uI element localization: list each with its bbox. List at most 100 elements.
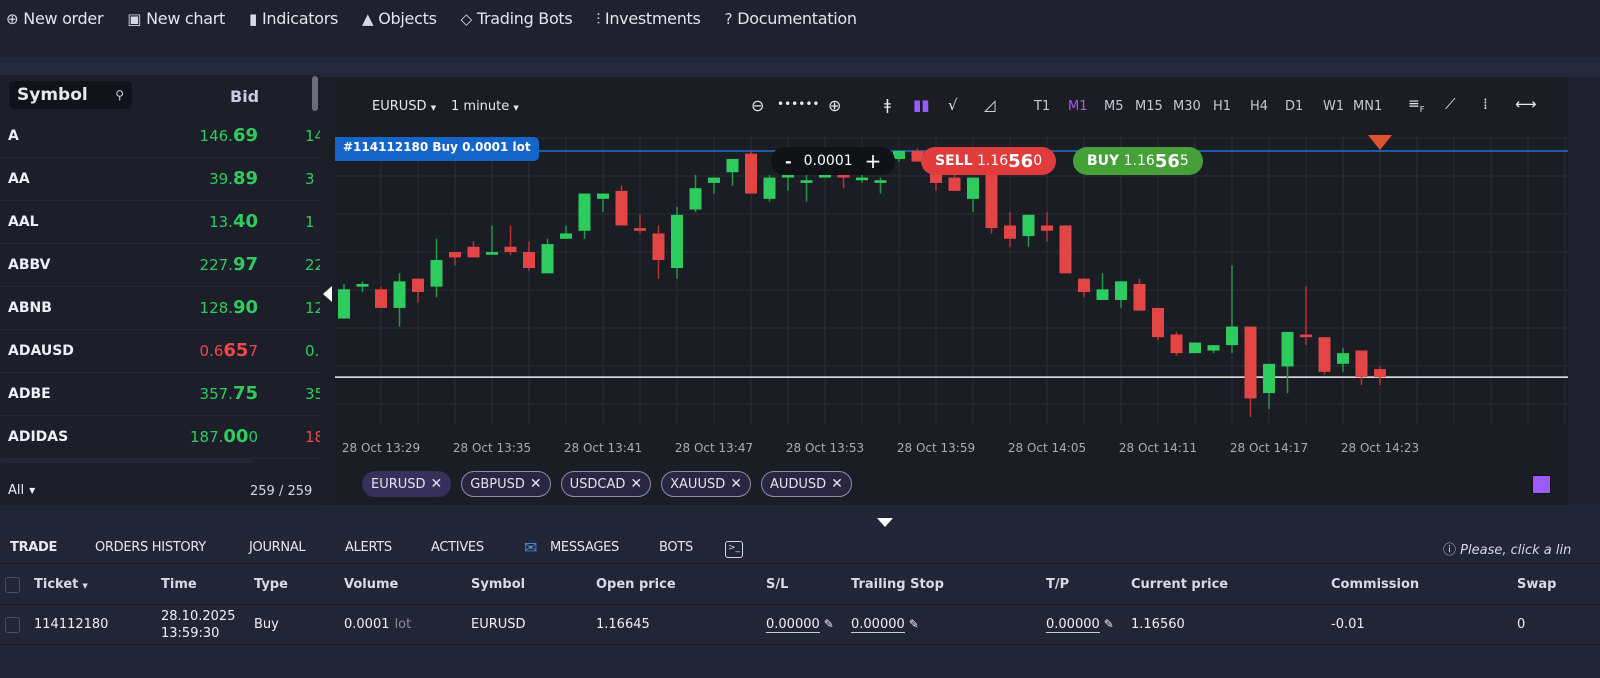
nav-objects[interactable]: ▲ Objects [362, 9, 437, 28]
tab-alerts[interactable]: ALERTS [345, 540, 392, 555]
line-chart-type-icon[interactable]: √ [948, 96, 958, 114]
timeframe-m30[interactable]: M30 [1173, 99, 1201, 114]
column-header-volume[interactable]: Volume [344, 577, 398, 592]
tab-actives[interactable]: ACTIVES [431, 540, 484, 555]
zoom-out-icon[interactable]: ⊖ [751, 96, 764, 115]
watchlist-row[interactable]: ABNB 128.90 12 [0, 287, 320, 330]
zoom-slider[interactable]: •••••• [777, 97, 819, 111]
collapse-left-icon[interactable] [323, 286, 332, 302]
trend-line-tool-icon[interactable]: ⟋ [1445, 95, 1456, 113]
timeframe-m15[interactable]: M15 [1135, 99, 1163, 114]
watchlist-row[interactable]: ADBE 357.75 35 [0, 373, 320, 416]
increase-volume-button[interactable]: + [865, 149, 882, 173]
sell-button[interactable]: SELL 1.16 56 0 [921, 147, 1057, 175]
timeframe-mn1[interactable]: MN1 [1353, 99, 1382, 114]
timeframe-w1[interactable]: W1 [1323, 99, 1344, 114]
row-checkbox[interactable] [5, 617, 20, 633]
trailing-stop-cell[interactable]: 0.00000 ✎ [851, 617, 919, 633]
column-header-type[interactable]: Type [254, 577, 288, 592]
nav-documentation[interactable]: ? Documentation [725, 9, 857, 28]
buy-button[interactable]: BUY 1.16 56 5 [1073, 147, 1203, 175]
decrease-volume-button[interactable]: - [785, 152, 792, 171]
symbol-tab-xauusd[interactable]: XAUUSD ✕ [661, 471, 751, 497]
bid-column-header[interactable]: Bid [230, 87, 259, 106]
symbol-tab-eurusd[interactable]: EURUSD ✕ [362, 471, 452, 497]
watchlist-row[interactable]: ABBV 227.97 22 [0, 244, 320, 287]
area-chart-type-icon[interactable]: ◿ [984, 96, 996, 114]
column-header-ticket[interactable]: Ticket ▼ [34, 577, 88, 592]
candle-body [615, 190, 628, 226]
column-header-swap[interactable]: Swap [1517, 577, 1556, 592]
candle [726, 158, 739, 186]
vertical-line-tool-icon[interactable]: ⁞ [1483, 95, 1488, 113]
nav-trading-bots[interactable]: ◇ Trading Bots [461, 9, 573, 28]
tab-bots[interactable]: BOTS [659, 540, 693, 555]
watchlist-scrollbar[interactable] [312, 76, 318, 111]
column-header-t-p[interactable]: T/P [1046, 577, 1069, 592]
tab-trade[interactable]: TRADE [10, 540, 57, 555]
terminal-icon[interactable]: >_ [725, 541, 743, 558]
timeframe-h4[interactable]: H4 [1250, 99, 1268, 114]
x-tick-label: 28 Oct 13:53 [785, 441, 865, 455]
column-header-current-price[interactable]: Current price [1131, 577, 1228, 592]
stop-loss-value[interactable]: 0.00000 [766, 617, 820, 633]
toggle-panel-icon[interactable] [877, 518, 893, 527]
watchlist-row[interactable]: ADAUSD0.66570.6 [0, 330, 320, 373]
watchlist-hscrollbar[interactable] [0, 458, 253, 463]
close-icon[interactable]: ✕ [730, 476, 742, 492]
select-all-checkbox[interactable] [5, 577, 20, 593]
column-header-open-price[interactable]: Open price [596, 577, 676, 592]
bar-chart-type-icon[interactable]: ǂ [884, 96, 891, 114]
timeframe-d1[interactable]: D1 [1285, 99, 1303, 114]
watchlist-row[interactable]: AAL 13.40 1 [0, 201, 320, 244]
pencil-icon[interactable]: ✎ [909, 617, 919, 631]
take-profit-value[interactable]: 0.00000 [1046, 617, 1100, 633]
pencil-icon[interactable]: ✎ [824, 617, 834, 631]
take-profit-cell[interactable]: 0.00000 ✎ [1046, 617, 1114, 633]
watchlist-row[interactable]: AA 39.89 3 [0, 158, 320, 201]
close-icon[interactable]: ✕ [630, 476, 642, 492]
column-header-symbol[interactable]: Symbol [471, 577, 525, 592]
nav-new-chart[interactable]: ▣ New chart [127, 9, 225, 28]
watchlist-row[interactable]: ADIDAS187.000187 [0, 416, 320, 459]
symbol-dropdown[interactable]: EURUSD ▼ [372, 99, 436, 114]
column-header-s-l[interactable]: S/L [766, 577, 788, 592]
candlestick-chart[interactable] [335, 135, 1568, 425]
fibonacci-tool-icon[interactable]: ≡F [1408, 96, 1424, 114]
color-picker-button[interactable] [1532, 475, 1551, 494]
nav-new-order[interactable]: ⊕ New order [6, 9, 104, 28]
filter-dropdown[interactable]: All ▼ [8, 483, 35, 498]
tab-journal[interactable]: JOURNAL [249, 540, 306, 555]
trailing-stop-value[interactable]: 0.00000 [851, 617, 905, 633]
volume-stepper[interactable]: - 0.0001 + [771, 147, 896, 175]
watchlist-row[interactable]: A 146.69 14 [0, 115, 320, 158]
nav-indicators[interactable]: ▮ Indicators [249, 9, 338, 28]
symbol-search-button[interactable]: Symbol ⚲ [9, 81, 132, 109]
symbol-tab-gbpusd[interactable]: GBPUSD ✕ [461, 471, 551, 497]
volume-value[interactable]: 0.0001 [804, 153, 853, 169]
nav-investments[interactable]: ⫶ Investments [596, 9, 700, 28]
timeframe-h1[interactable]: H1 [1213, 99, 1231, 114]
symbol-tab-usdcad[interactable]: USDCAD ✕ [560, 471, 652, 497]
alert-marker-icon[interactable] [1368, 135, 1392, 150]
close-icon[interactable]: ✕ [431, 476, 443, 492]
column-header-time[interactable]: Time [161, 577, 197, 592]
close-icon[interactable]: ✕ [831, 476, 843, 492]
tab-orders-history[interactable]: ORDERS HISTORY [95, 540, 206, 555]
panel-splitter[interactable] [320, 77, 335, 517]
horizontal-line-tool-icon[interactable]: ⟷ [1515, 95, 1537, 113]
close-icon[interactable]: ✕ [530, 476, 542, 492]
candlestick-chart-type-icon[interactable]: ▮▮ [913, 96, 930, 114]
column-header-trailing-stop[interactable]: Trailing Stop [851, 577, 944, 592]
stop-loss-cell[interactable]: 0.00000 ✎ [766, 617, 834, 633]
zoom-in-icon[interactable]: ⊕ [828, 96, 841, 115]
pencil-icon[interactable]: ✎ [1104, 617, 1114, 631]
timeframe-m5[interactable]: M5 [1104, 99, 1124, 114]
column-header-commission[interactable]: Commission [1331, 577, 1419, 592]
timeframe-m1[interactable]: M1 [1068, 99, 1088, 114]
timeframe-t1[interactable]: T1 [1034, 99, 1050, 114]
symbol-tab-audusd[interactable]: AUDUSD ✕ [760, 471, 852, 497]
tab-messages[interactable]: MESSAGES [550, 540, 619, 555]
position-label[interactable]: #114112180 Buy 0.0001 lot [335, 137, 539, 161]
interval-dropdown[interactable]: 1 minute ▼ [451, 99, 519, 114]
